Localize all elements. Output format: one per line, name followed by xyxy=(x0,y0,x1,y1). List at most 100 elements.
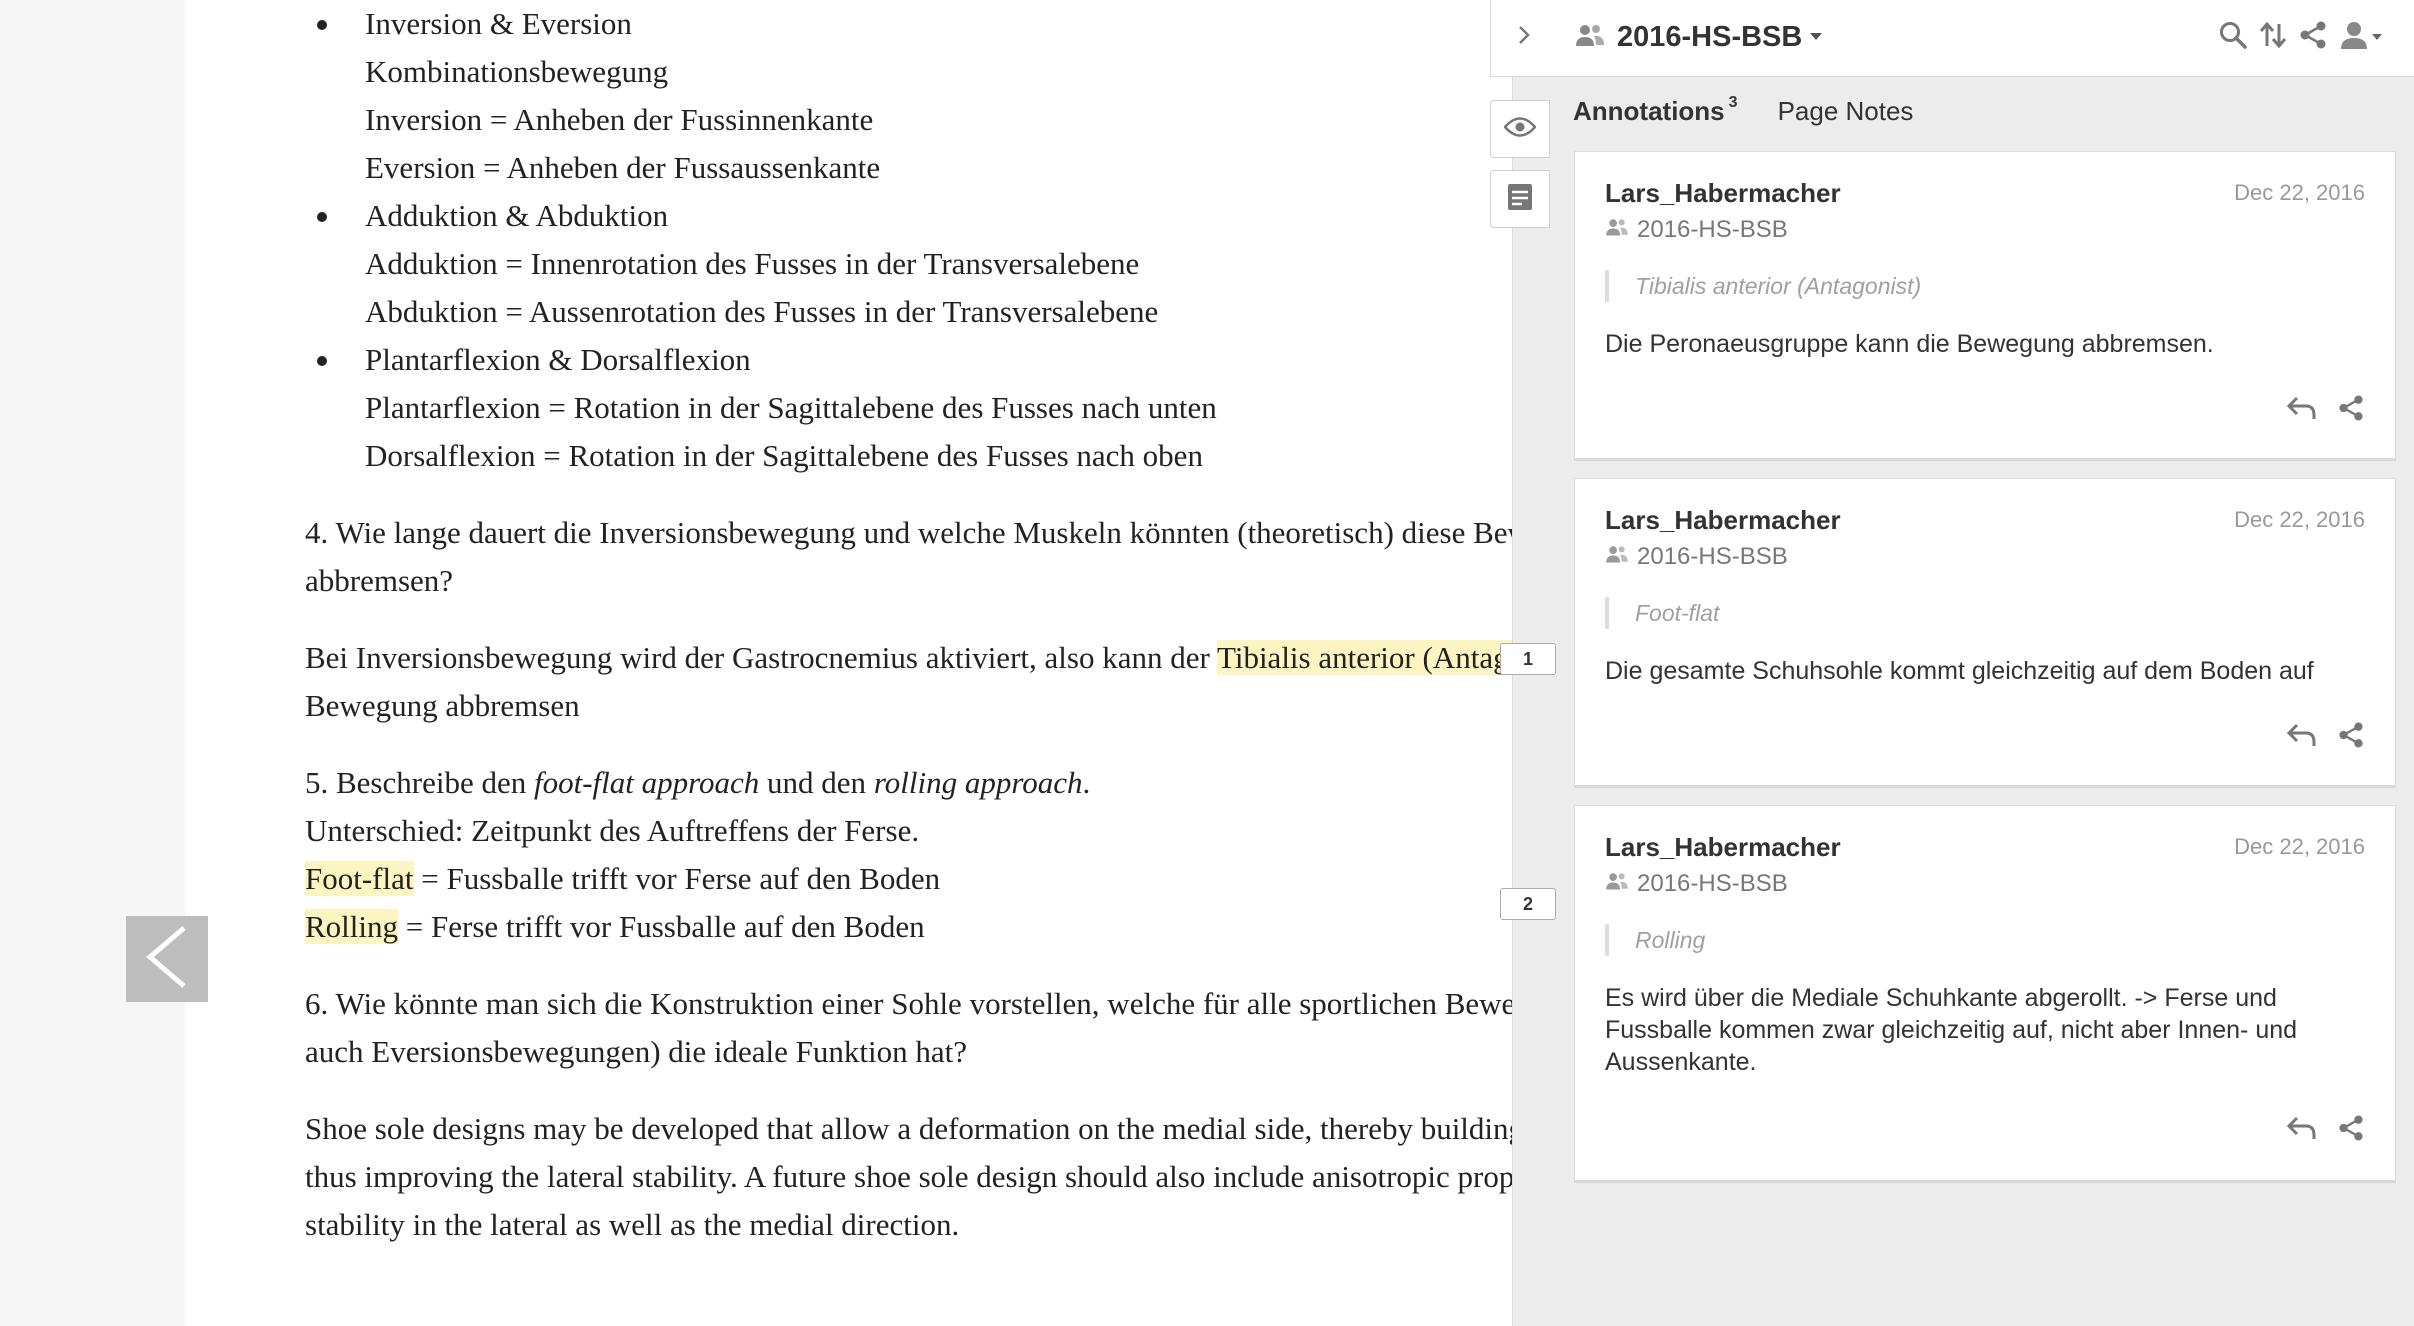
sidebar-top-bar: 2016-HS-BSB xyxy=(1490,0,2414,77)
highlight-foot-flat[interactable]: Foot-flat xyxy=(305,861,414,896)
annotation-card[interactable]: Lars_Habermacher Dec 22, 2016 2016-HS-BS… xyxy=(1574,478,2396,788)
bucket-marker[interactable]: 2 xyxy=(1500,888,1556,920)
toggle-highlights-button[interactable] xyxy=(1490,100,1550,158)
users-icon xyxy=(1575,22,1605,53)
tab-page-notes[interactable]: Page Notes xyxy=(1778,96,1914,127)
answer-line: Bewegung abbremsen xyxy=(305,688,580,723)
list-item: Inversion & Eversion xyxy=(305,0,1575,48)
answer-text: = Fussballe trifft vor Ferse auf den Bod… xyxy=(413,861,941,896)
question-text-part: 5. Beschreibe den xyxy=(305,765,534,800)
annotation-actions xyxy=(2285,1114,2367,1146)
question-4: 4. Wie lange dauert die Inversionsbewegu… xyxy=(305,509,1575,605)
sort-icon xyxy=(2259,20,2287,55)
annotation-actions xyxy=(2285,394,2367,426)
share-icon xyxy=(2299,20,2327,55)
bucket-marker[interactable]: 1 xyxy=(1500,643,1556,675)
annotation-card[interactable]: Lars_Habermacher Dec 22, 2016 2016-HS-BS… xyxy=(1574,151,2396,461)
chevron-right-icon xyxy=(1516,23,1532,52)
answer-4: Bei Inversionsbewegung wird der Gastrocn… xyxy=(305,634,1575,730)
reply-icon xyxy=(2286,1115,2316,1146)
group-name: 2016-HS-BSB xyxy=(1617,20,1803,53)
emphasis-foot-flat: foot-flat approach xyxy=(533,765,760,800)
user-icon xyxy=(2340,20,2382,55)
share-annotation-button[interactable] xyxy=(2335,1114,2367,1146)
annotation-body: Es wird über die Mediale Schuhkante abge… xyxy=(1605,984,2298,1076)
page-notes-button[interactable] xyxy=(1490,170,1550,228)
annotation-user[interactable]: Lars_Habermacher xyxy=(1605,832,1841,863)
share-annotation-button[interactable] xyxy=(2335,721,2367,753)
users-icon xyxy=(1605,870,1629,898)
annotation-actions xyxy=(2285,721,2367,753)
share-annotation-button[interactable] xyxy=(2335,394,2367,426)
group-label: 2016-HS-BSB xyxy=(1637,216,1788,243)
annotation-body: Die gesamte Schuhsohle kommt gleichzeiti… xyxy=(1605,657,2314,685)
annotation-card[interactable]: Lars_Habermacher Dec 22, 2016 2016-HS-BS… xyxy=(1574,805,2396,1183)
annotation-quote: Foot-flat xyxy=(1605,597,1719,629)
top-bar-actions xyxy=(2217,18,2385,56)
question-text: 6. Wie könnte man sich die Konstruktion … xyxy=(305,986,1575,1021)
question-text: abbremsen? xyxy=(305,563,454,598)
answer-line: Foot-flat = Fussballe trifft vor Ferse a… xyxy=(305,855,1575,903)
list-item: Dorsalflexion = Rotation in der Sagittal… xyxy=(365,438,1203,473)
highlight-rolling[interactable]: Rolling xyxy=(305,909,399,944)
annotation-quote: Rolling xyxy=(1605,924,1705,956)
reply-button[interactable] xyxy=(2285,394,2317,426)
answer-line: Bei Inversionsbewegung wird der Gastrocn… xyxy=(305,634,1575,682)
users-icon xyxy=(1605,543,1629,571)
answer-line: Unterschied: Zeitpunkt des Auftreffens d… xyxy=(305,813,920,848)
question-text-part: . xyxy=(1082,765,1091,800)
search-button[interactable] xyxy=(2217,18,2249,56)
annotation-group: 2016-HS-BSB xyxy=(1605,870,1788,898)
question-5: 5. Beschreibe den foot-flat approach und… xyxy=(305,759,1575,951)
question-6: 6. Wie könnte man sich die Konstruktion … xyxy=(305,980,1575,1076)
page-notes-icon xyxy=(1506,182,1534,217)
annotation-date[interactable]: Dec 22, 2016 xyxy=(2234,180,2365,206)
collapse-sidebar-button[interactable] xyxy=(1505,18,1543,56)
list-item: Plantarflexion = Rotation in der Sagitta… xyxy=(365,390,1217,425)
eye-icon xyxy=(1503,116,1537,143)
list-item: Inversion = Anheben der Fussinnenkante xyxy=(365,102,874,137)
annotation-user[interactable]: Lars_Habermacher xyxy=(1605,178,1841,209)
tab-label: Page Notes xyxy=(1777,96,1914,126)
reply-button[interactable] xyxy=(2285,1114,2317,1146)
search-icon xyxy=(2218,20,2248,55)
annotation-date[interactable]: Dec 22, 2016 xyxy=(2234,834,2365,860)
annotation-count: 3 xyxy=(1728,94,1738,111)
share-button[interactable] xyxy=(2297,18,2329,56)
annotation-body: Die Peronaeusgruppe kann die Bewegung ab… xyxy=(1605,330,2214,358)
previous-page-button[interactable] xyxy=(126,916,208,1002)
account-button[interactable] xyxy=(2337,18,2385,56)
annotation-group: 2016-HS-BSB xyxy=(1605,216,1788,244)
list-item: Abduktion = Aussenrotation des Fusses in… xyxy=(365,294,1159,329)
share-icon xyxy=(2338,394,2364,427)
sort-button[interactable] xyxy=(2257,18,2289,56)
answer-text: = Ferse trifft vor Fussballe auf den Bod… xyxy=(398,909,925,944)
share-icon xyxy=(2338,1114,2364,1147)
group-label: 2016-HS-BSB xyxy=(1637,543,1788,570)
question-text: auch Eversionsbewegungen) die ideale Fun… xyxy=(305,1034,967,1069)
answer-line: Shoe sole designs may be developed that … xyxy=(305,1111,1575,1146)
answer-6: Shoe sole designs may be developed that … xyxy=(305,1105,1575,1249)
answer-line: Rolling = Ferse trifft vor Fussballe auf… xyxy=(305,903,1575,951)
list-item: Eversion = Anheben der Fussaussenkante xyxy=(365,150,881,185)
movement-list: Inversion & Eversion Kombinationsbewegun… xyxy=(305,0,1575,480)
annotation-date[interactable]: Dec 22, 2016 xyxy=(2234,507,2365,533)
users-icon xyxy=(1605,216,1629,244)
document-page: Inversion & Eversion Kombinationsbewegun… xyxy=(185,0,1575,1326)
annotation-user[interactable]: Lars_Habermacher xyxy=(1605,505,1841,536)
group-switcher[interactable]: 2016-HS-BSB xyxy=(1575,16,1823,58)
list-item: Plantarflexion & Dorsalflexion xyxy=(305,336,1575,384)
list-item: Adduktion & Abduktion xyxy=(305,192,1575,240)
reply-icon xyxy=(2286,395,2316,426)
annotation-group: 2016-HS-BSB xyxy=(1605,543,1788,571)
reply-button[interactable] xyxy=(2285,721,2317,753)
tab-label: Annotations xyxy=(1573,96,1725,126)
chevron-left-icon xyxy=(142,924,192,995)
question-text-part: und den xyxy=(759,765,874,800)
list-item: Adduktion = Innenrotation des Fusses in … xyxy=(365,246,1140,281)
document-content: Inversion & Eversion Kombinationsbewegun… xyxy=(305,0,1575,1249)
tab-annotations[interactable]: Annotations 3 xyxy=(1573,94,1738,127)
question-text: 5. Beschreibe den foot-flat approach und… xyxy=(305,759,1575,807)
group-label: 2016-HS-BSB xyxy=(1637,870,1788,897)
reply-icon xyxy=(2286,722,2316,753)
